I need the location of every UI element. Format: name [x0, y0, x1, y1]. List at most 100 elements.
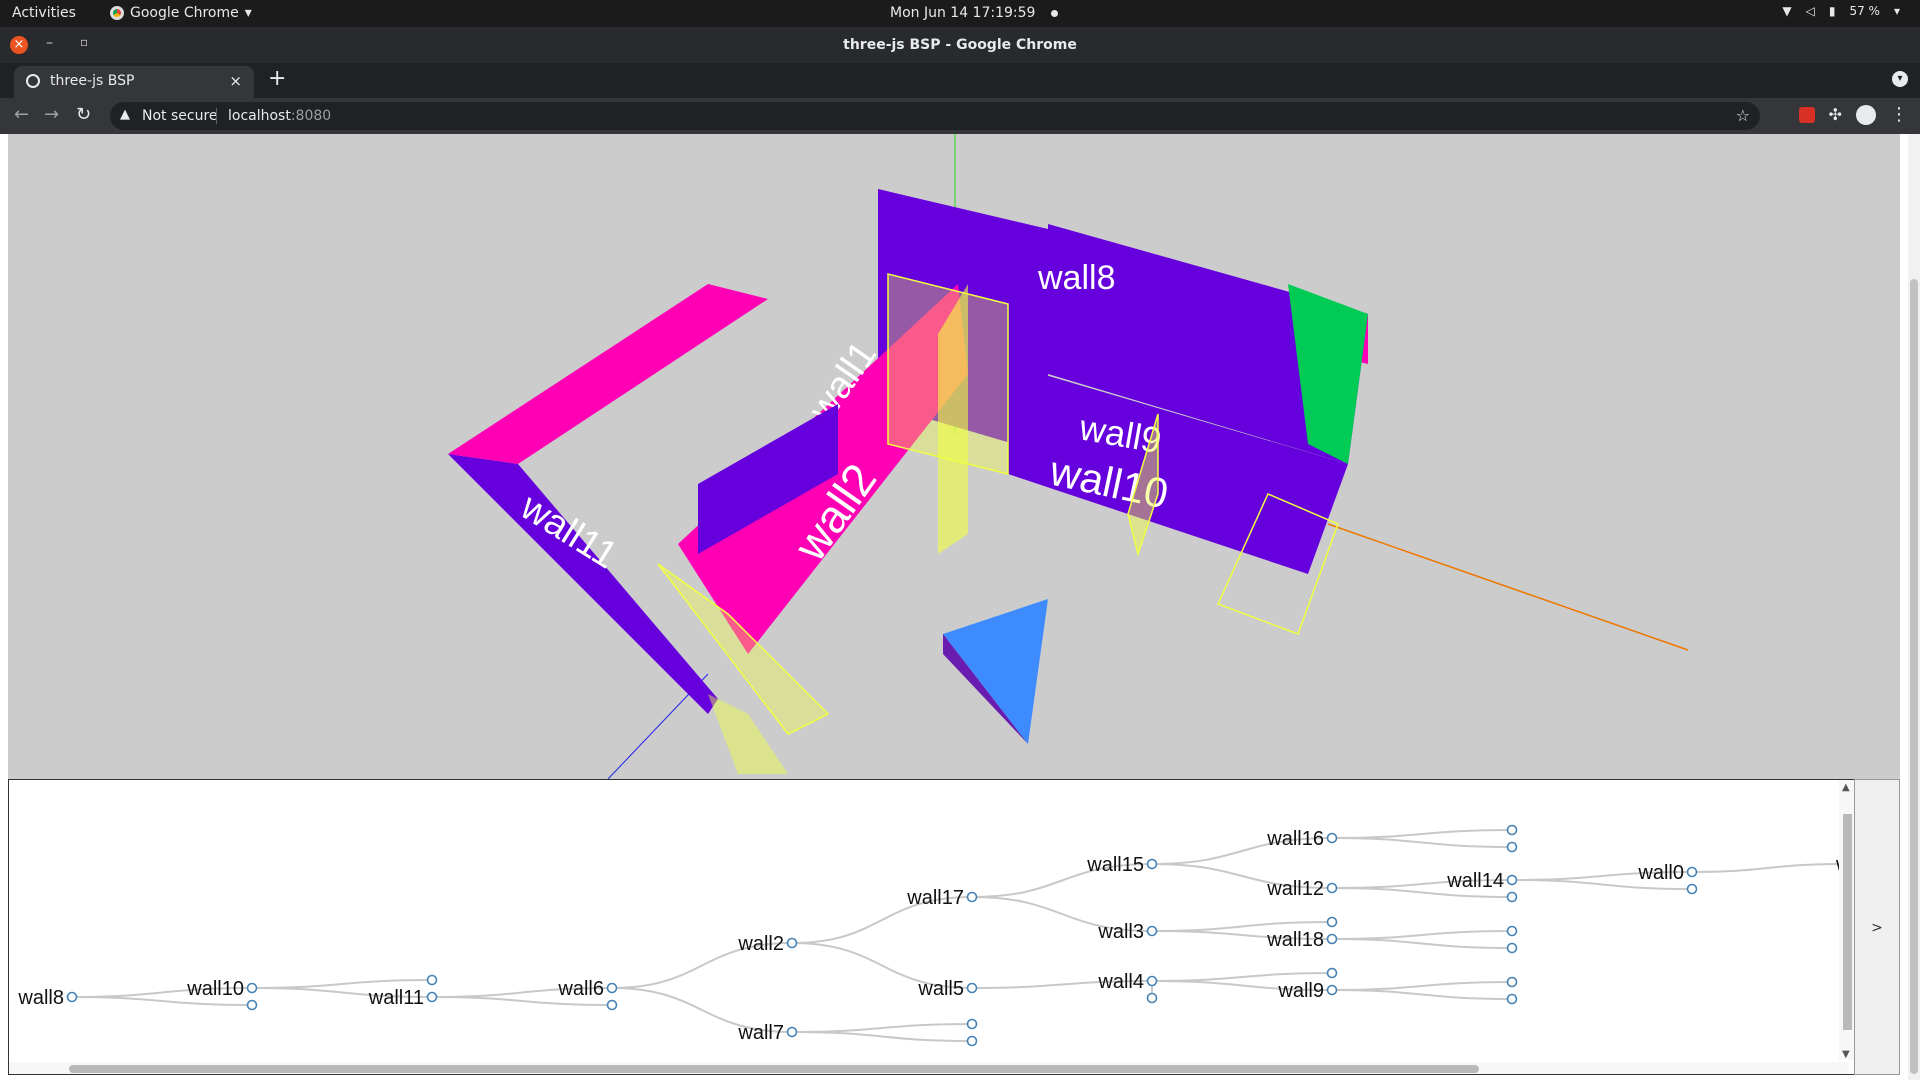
tree-leaf-node[interactable] — [606, 999, 618, 1011]
tree-node-wall0[interactable] — [1686, 866, 1698, 878]
scroll-thumb[interactable] — [1843, 814, 1852, 1030]
reload-icon[interactable]: ↻ — [76, 104, 91, 125]
tree-node-label[interactable]: wall9 — [1277, 980, 1324, 1002]
tree-leaf-node[interactable] — [966, 1035, 978, 1047]
app-menu[interactable]: Google Chrome ▾ — [110, 5, 252, 21]
tree-node-wall14[interactable] — [1506, 874, 1518, 886]
browser-toolbar: ← → ↻ ▲ Not secure localhost:8080 ☆ ✣ ⋮ — [0, 98, 1920, 134]
scroll-down-icon[interactable]: ▼ — [1842, 1049, 1850, 1060]
tree-link — [1331, 829, 1513, 839]
tree-node-label[interactable]: wall14 — [1446, 870, 1504, 892]
security-label[interactable]: Not secure — [142, 108, 218, 124]
activities-button[interactable]: Activities — [12, 5, 76, 21]
divider — [216, 108, 217, 124]
tab-strip: three-js BSP × + ▾ — [0, 63, 1920, 98]
page-vertical-scrollbar[interactable] — [1908, 134, 1920, 1080]
caret-down-icon: ▾ — [244, 5, 252, 21]
camera-frustum — [943, 599, 1048, 744]
toolbar-actions: ✣ ⋮ — [1798, 104, 1908, 125]
tree-node-label[interactable]: wall2 — [737, 933, 784, 955]
expand-panel-button[interactable]: > — [1854, 779, 1900, 1075]
caret-down-icon: ▾ — [1893, 4, 1900, 18]
system-top-bar: Activities Google Chrome ▾ Mon Jun 14 17… — [0, 0, 1920, 27]
url-port: :8080 — [290, 108, 332, 124]
tree-leaf-node[interactable] — [246, 999, 258, 1011]
url-text[interactable]: localhost:8080 — [228, 108, 331, 124]
extension-icon[interactable] — [1798, 106, 1815, 123]
tree-node-label[interactable]: wall10 — [186, 978, 244, 1000]
tree-node-label[interactable]: wall18 — [1266, 929, 1324, 951]
tree-node-wall10[interactable] — [246, 982, 258, 994]
tree-node-wall12[interactable] — [1326, 882, 1338, 894]
tree-node-label[interactable]: wall7 — [737, 1022, 784, 1044]
tree-node-wall2[interactable] — [786, 937, 798, 949]
tree-leaf-node[interactable] — [1506, 942, 1518, 954]
tree-link — [1691, 863, 1839, 873]
tab-search-icon[interactable]: ▾ — [1892, 71, 1908, 87]
tree-node-label[interactable]: wall8 — [17, 987, 64, 1009]
tree-node-wall18[interactable] — [1326, 933, 1338, 945]
bsp-tree-panel[interactable]: wall8 wall10 wall11 wall6 wall2 wall7 wall17 wa… — [8, 779, 1860, 1075]
tree-node-wall16[interactable] — [1326, 832, 1338, 844]
address-bar[interactable]: ▲ Not secure localhost:8080 ☆ — [110, 102, 1760, 130]
tree-node-wall17[interactable] — [966, 891, 978, 903]
bookmark-star-icon[interactable]: ☆ — [1736, 106, 1750, 125]
tree-node-wall8[interactable] — [66, 991, 78, 1003]
tree-node-label[interactable]: wall5 — [917, 978, 964, 1000]
tree-leaf-node[interactable] — [426, 974, 438, 986]
warning-icon[interactable]: ▲ — [120, 107, 130, 122]
tree-leaf-node[interactable] — [1506, 976, 1518, 988]
tree-node-label[interactable]: wall11 — [368, 987, 424, 1009]
tree-node-label[interactable]: wall6 — [557, 978, 604, 1000]
menu-kebab-icon[interactable]: ⋮ — [1890, 104, 1908, 125]
profile-avatar-icon[interactable] — [1856, 104, 1876, 125]
tree-vertical-scrollbar[interactable]: ▲ ▼ — [1839, 780, 1855, 1060]
tree-leaf-node[interactable] — [1506, 824, 1518, 836]
scroll-thumb[interactable] — [1910, 279, 1918, 1074]
tree-node-wall15[interactable] — [1146, 858, 1158, 870]
tree-leaf-node[interactable] — [1326, 967, 1338, 979]
tree-node-label[interactable]: wall12 — [1266, 878, 1324, 900]
tree-node-wall6[interactable] — [606, 982, 618, 994]
tree-leaf-node[interactable] — [1146, 992, 1158, 1004]
wall8-scene-label: wall8 — [1037, 259, 1115, 297]
window-title: three-js BSP - Google Chrome — [843, 37, 1077, 53]
tree-node-wall9[interactable] — [1326, 984, 1338, 996]
scroll-thumb[interactable] — [69, 1065, 1479, 1073]
puzzle-extensions-icon[interactable]: ✣ — [1829, 105, 1842, 124]
tree-node-label[interactable]: wall16 — [1266, 828, 1324, 850]
tree-leaf-node[interactable] — [1506, 841, 1518, 853]
tree-leaf-node[interactable] — [1506, 993, 1518, 1005]
tree-horizontal-scrollbar[interactable] — [9, 1062, 1849, 1074]
threejs-viewport[interactable]: wall8 wall9 wall10 wall11 wall2 wall1 — [8, 134, 1900, 779]
system-tray[interactable]: ▼ ◁ ▮ 57 % ▾ — [1782, 4, 1900, 18]
tree-node-wall4[interactable] — [1146, 975, 1158, 987]
tree-node-wall7[interactable] — [786, 1026, 798, 1038]
tree-links — [71, 829, 1839, 1042]
close-tab-icon[interactable]: × — [229, 72, 242, 90]
notification-dot-icon — [1051, 9, 1059, 17]
battery-percent: 57 % — [1849, 4, 1880, 18]
tree-leaf-node[interactable] — [1326, 916, 1338, 928]
tree-node-wall11[interactable] — [426, 991, 438, 1003]
bsp-scene: wall8 wall9 wall10 wall11 wall2 wall1 — [448, 134, 1689, 779]
clock[interactable]: Mon Jun 14 17:19:59 — [890, 5, 1059, 21]
tree-leaf-node[interactable] — [1506, 925, 1518, 937]
tree-leaf-node[interactable] — [966, 1018, 978, 1030]
tree-leaf-node[interactable] — [1506, 891, 1518, 903]
tree-node-label[interactable]: wall3 — [1097, 921, 1144, 943]
chrome-icon — [110, 6, 124, 20]
clock-text: Mon Jun 14 17:19:59 — [890, 5, 1036, 21]
tree-node-label[interactable]: wall4 — [1097, 971, 1144, 993]
forward-arrow-icon[interactable]: → — [44, 104, 59, 125]
tree-node-label[interactable]: wall17 — [906, 887, 964, 909]
new-tab-button[interactable]: + — [268, 66, 286, 91]
back-arrow-icon[interactable]: ← — [14, 104, 29, 125]
tree-leaf-node[interactable] — [1686, 883, 1698, 895]
tree-node-label[interactable]: wall0 — [1637, 862, 1684, 884]
scroll-up-icon[interactable]: ▲ — [1842, 782, 1850, 793]
tree-node-wall3[interactable] — [1146, 925, 1158, 937]
tree-node-label[interactable]: wall15 — [1086, 854, 1144, 876]
tab-three-js-bsp[interactable]: three-js BSP × — [14, 66, 254, 98]
tree-node-wall5[interactable] — [966, 982, 978, 994]
